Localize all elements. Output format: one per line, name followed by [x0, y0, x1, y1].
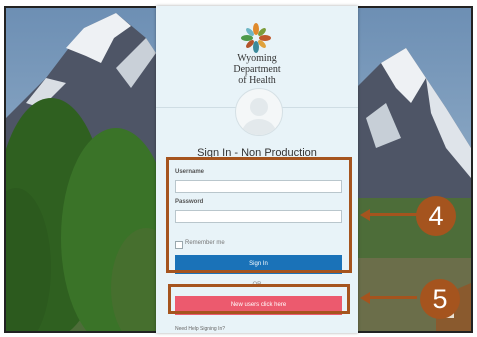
arrow-5-line [369, 296, 417, 299]
avatar [235, 88, 283, 136]
org-line-2: Department [233, 64, 281, 75]
badge-4: 4 [416, 196, 456, 236]
user-silhouette-icon [242, 98, 276, 135]
need-help-link[interactable]: Need Help Signing In? [175, 326, 225, 332]
organization-name: Wyoming Department of Health [156, 53, 358, 86]
badge-5: 5 [420, 279, 460, 319]
arrow-4-line [369, 213, 417, 216]
annotation-box-5 [168, 284, 350, 314]
org-line-1: Wyoming [237, 53, 277, 64]
org-line-3: of Health [238, 75, 276, 86]
wdh-logo-icon [241, 23, 271, 53]
annotation-box-4 [166, 157, 352, 273]
